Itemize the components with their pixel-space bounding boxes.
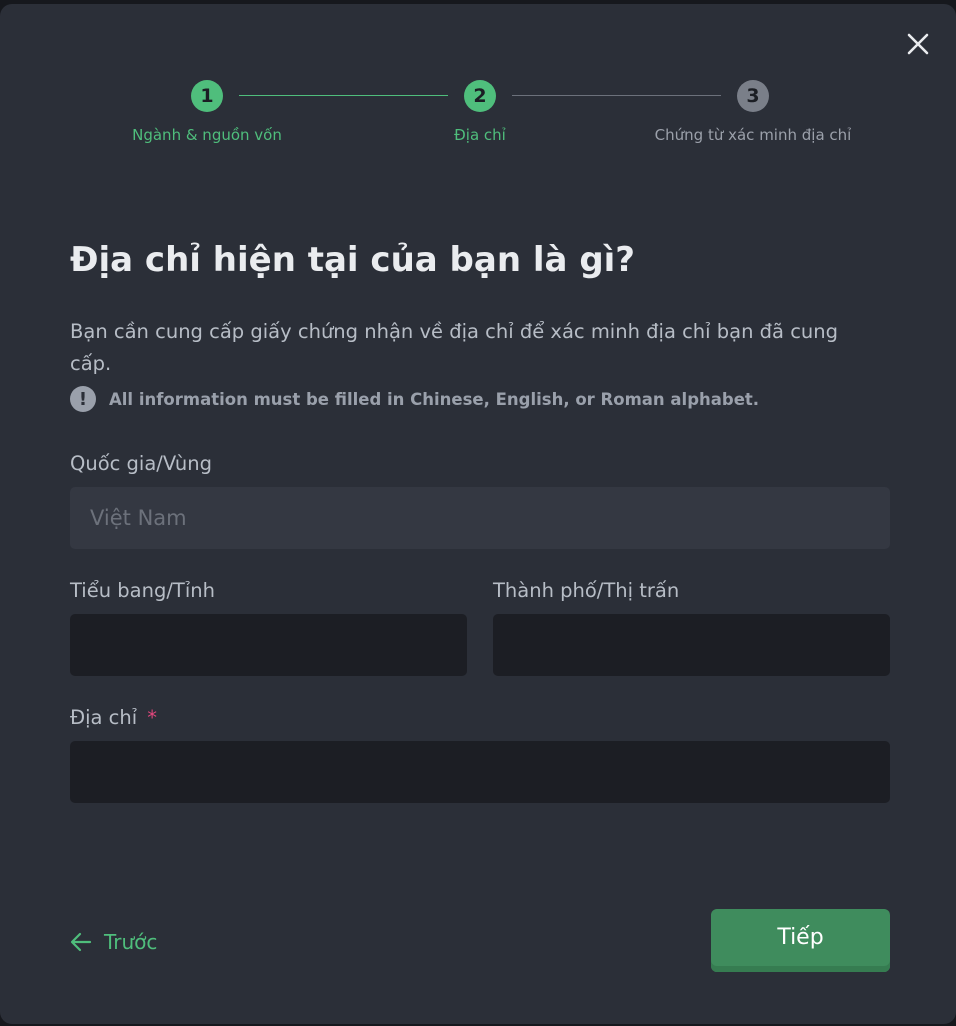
next-button[interactable]: Tiếp (711, 909, 890, 972)
step-3-label: Chứng từ xác minh địa chỉ (654, 126, 852, 144)
step-2-label: Địa chỉ (454, 126, 506, 144)
step-3-number: 3 (737, 80, 769, 112)
back-button[interactable]: Trước (70, 930, 157, 954)
notice-text: All information must be filled in Chines… (109, 389, 760, 409)
address-field[interactable] (70, 741, 890, 803)
step-1-label: Ngành & nguồn vốn (132, 126, 282, 144)
arrow-left-icon (70, 932, 92, 952)
city-field[interactable] (493, 614, 890, 676)
close-icon[interactable] (906, 32, 930, 56)
city-label: Thành phố/Thị trấn (493, 579, 680, 602)
address-modal: 1 Ngành & nguồn vốn 2 Địa chỉ 3 Chứng từ… (0, 4, 956, 1024)
country-label: Quốc gia/Vùng (70, 452, 212, 475)
step-1: 1 Ngành & nguồn vốn (57, 80, 357, 144)
page-title: Địa chỉ hiện tại của bạn là gì? (70, 240, 636, 280)
address-label: Địa chỉ * (70, 706, 157, 729)
stepper: 1 Ngành & nguồn vốn 2 Địa chỉ 3 Chứng từ… (0, 80, 956, 160)
state-field[interactable] (70, 614, 467, 676)
exclamation-icon: ! (70, 386, 96, 412)
step-3: 3 Chứng từ xác minh địa chỉ (603, 80, 903, 144)
step-1-number: 1 (191, 80, 223, 112)
state-label: Tiểu bang/Tỉnh (70, 579, 215, 602)
step-2-number: 2 (464, 80, 496, 112)
required-mark: * (147, 706, 157, 729)
address-label-text: Địa chỉ (70, 706, 138, 729)
country-field (70, 487, 890, 549)
form-description: Bạn cần cung cấp giấy chứng nhận về địa … (70, 320, 839, 375)
back-label: Trước (104, 930, 158, 954)
info-notice: ! All information must be filled in Chin… (70, 386, 759, 412)
step-2: 2 Địa chỉ (330, 80, 630, 144)
